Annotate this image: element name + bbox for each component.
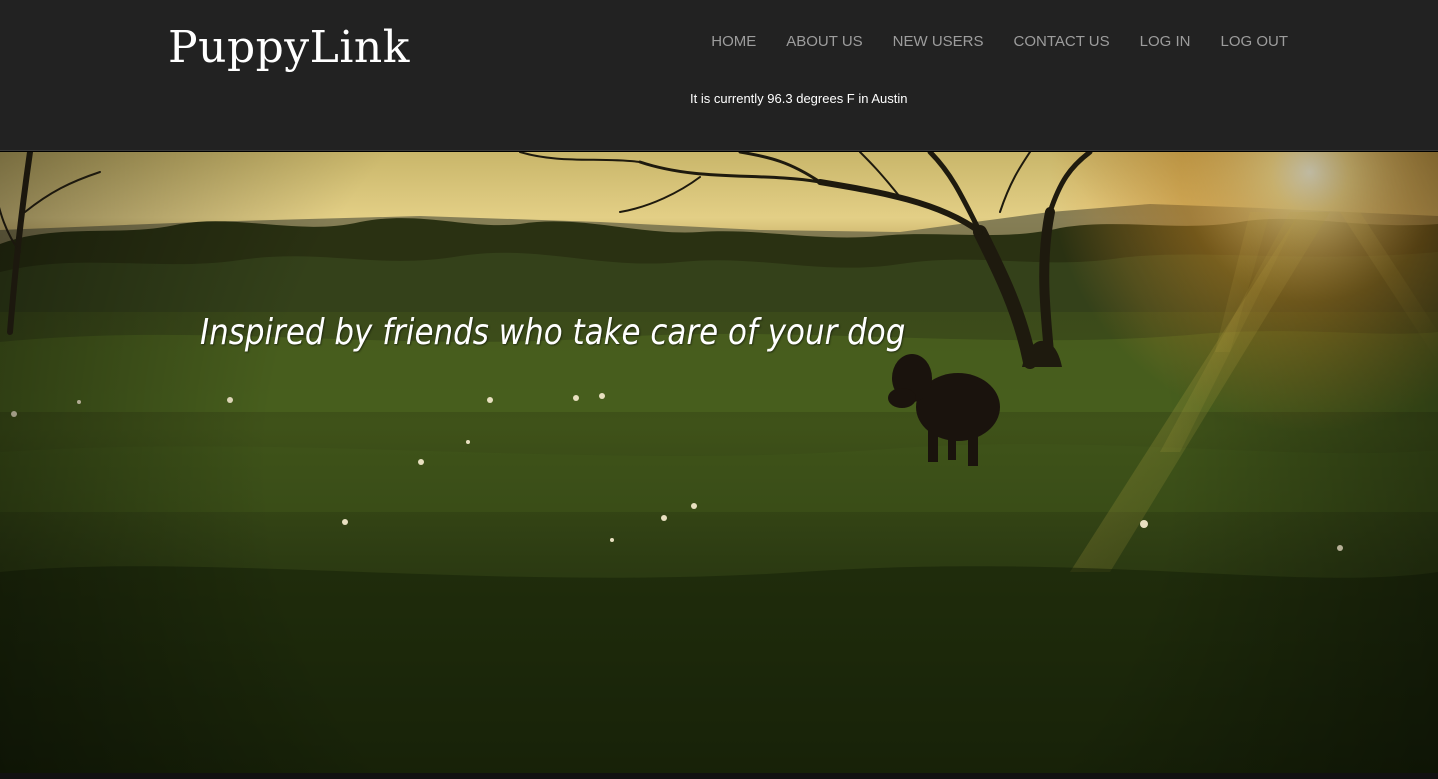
nav-home-link[interactable]: HOME (711, 33, 756, 51)
nav-menu: HOME ABOUT US NEW USERS CONTACT US LOG I… (690, 33, 1288, 51)
weather-status: It is currently 96.3 degrees F in Austin (690, 91, 908, 106)
nav-log-out-link[interactable]: LOG OUT (1220, 33, 1288, 51)
nav-about-us-link[interactable]: ABOUT US (786, 33, 862, 51)
brand-logo[interactable]: PuppyLink (168, 26, 410, 70)
hero-tagline: Inspired by friends who take care of you… (200, 312, 906, 353)
hero-banner: Inspired by friends who take care of you… (0, 152, 1438, 773)
navbar: PuppyLink HOME ABOUT US NEW USERS CONTAC… (0, 0, 1438, 151)
hero-background-image (0, 152, 1438, 773)
nav-contact-us-link[interactable]: CONTACT US (1014, 33, 1110, 51)
page-bottom-edge (0, 773, 1438, 779)
nav-log-in-link[interactable]: LOG IN (1140, 33, 1191, 51)
nav-new-users-link[interactable]: NEW USERS (893, 33, 984, 51)
